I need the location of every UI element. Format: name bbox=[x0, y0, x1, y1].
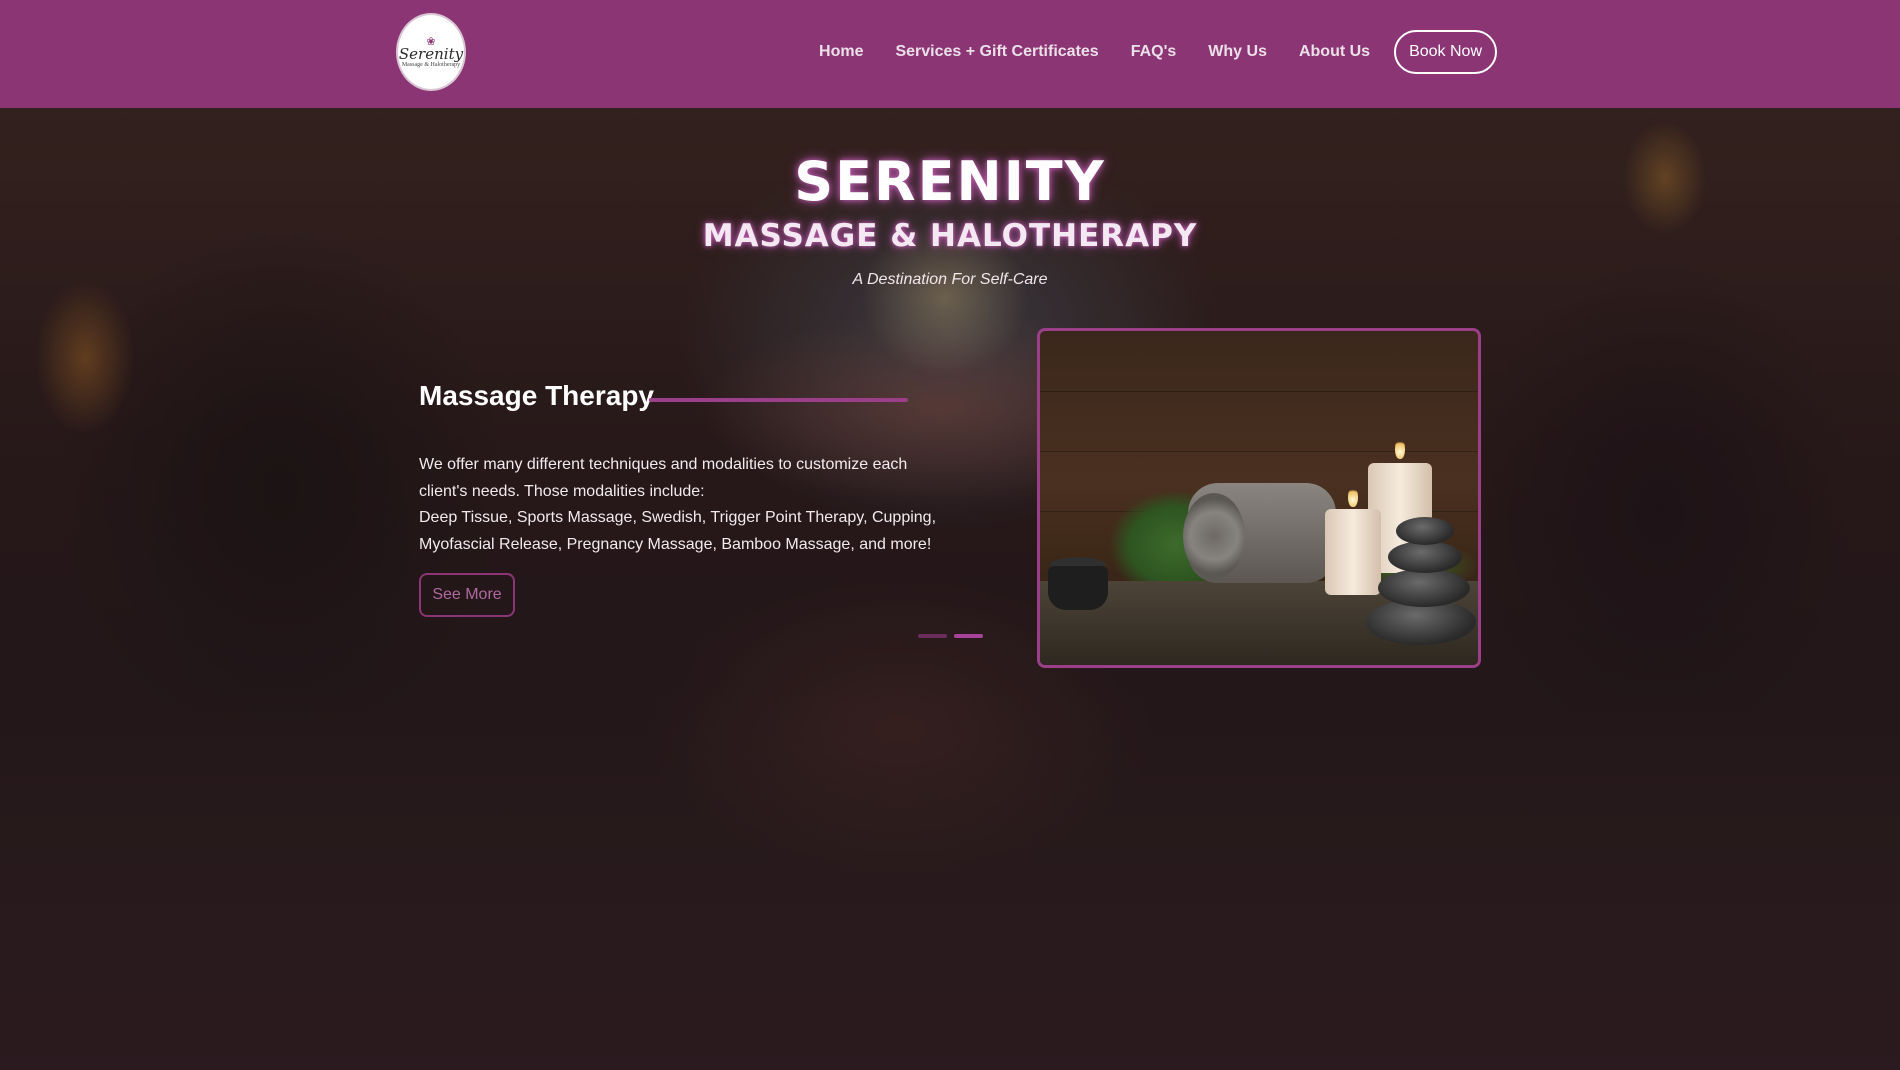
description-line-2: Deep Tissue, Sports Massage, Swedish, Tr… bbox=[419, 509, 937, 553]
hero-title: SERENITY bbox=[794, 150, 1106, 213]
spa-image-card bbox=[1037, 328, 1481, 668]
short-candle bbox=[1325, 509, 1381, 595]
candle-flame bbox=[1348, 487, 1358, 507]
massage-therapy-heading: Massage Therapy bbox=[419, 380, 654, 411]
candle-flame bbox=[1395, 439, 1405, 459]
main-nav: Home Services + Gift Certificates FAQ's … bbox=[819, 0, 1497, 104]
slider-dot-1[interactable] bbox=[918, 634, 947, 638]
slider-pagination bbox=[918, 634, 990, 638]
hero-tagline: A Destination For Self-Care bbox=[852, 271, 1048, 288]
rolled-towel-end bbox=[1183, 493, 1245, 579]
wood-plank-line bbox=[1040, 451, 1478, 452]
massage-stone bbox=[1396, 517, 1454, 545]
black-salt-bowl bbox=[1048, 566, 1108, 610]
wood-plank-line bbox=[1040, 391, 1478, 392]
nav-about-us[interactable]: About Us bbox=[1299, 43, 1370, 61]
logo-script-text: Serenity bbox=[398, 44, 464, 63]
site-header: ❀ Serenity Massage & Halotherapy Home Se… bbox=[0, 0, 1900, 108]
massage-stone bbox=[1378, 569, 1470, 607]
hero-subtitle: MASSAGE & HALOTHERAPY bbox=[702, 218, 1198, 254]
nav-home[interactable]: Home bbox=[819, 43, 863, 61]
massage-therapy-description: We offer many different techniques and m… bbox=[419, 452, 939, 558]
see-more-button[interactable]: See More bbox=[419, 573, 515, 617]
logo-subtext: Massage & Halotherapy bbox=[401, 61, 461, 68]
heading-divider bbox=[649, 398, 908, 402]
slider-dot-2[interactable] bbox=[954, 634, 983, 638]
nav-services-gift-certificates[interactable]: Services + Gift Certificates bbox=[895, 43, 1098, 61]
description-line-1: We offer many different techniques and m… bbox=[419, 456, 908, 500]
nav-why-us[interactable]: Why Us bbox=[1208, 43, 1267, 61]
nav-faqs[interactable]: FAQ's bbox=[1131, 43, 1177, 61]
serenity-logo[interactable]: ❀ Serenity Massage & Halotherapy bbox=[396, 13, 466, 91]
massage-stone bbox=[1388, 541, 1462, 573]
hero-section: SERENITY MASSAGE & HALOTHERAPY A Destina… bbox=[0, 108, 1900, 1070]
book-now-button[interactable]: Book Now bbox=[1394, 30, 1497, 74]
